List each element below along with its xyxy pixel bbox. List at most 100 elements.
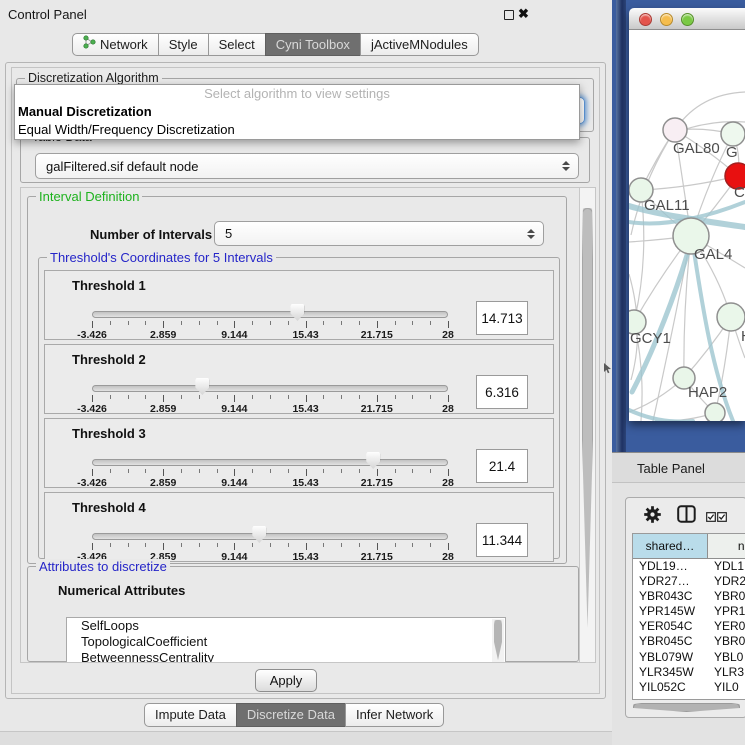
tab-label: Discretize Data: [247, 704, 335, 726]
cell-shared-name[interactable]: YBR043C: [633, 589, 708, 604]
graph-node-gal80[interactable]: [663, 118, 687, 142]
checkbox-icon[interactable]: [717, 509, 727, 527]
columns-icon[interactable]: [677, 505, 696, 528]
slider-track[interactable]: [92, 459, 448, 466]
tick-mark: [252, 469, 253, 473]
tick-mark: [288, 321, 289, 325]
tick-mark: [430, 395, 431, 399]
cell-shared-name[interactable]: YER054C: [633, 619, 708, 634]
slider-thumb[interactable]: [366, 452, 380, 469]
threshold-value-field[interactable]: 6.316: [476, 375, 528, 409]
scrollbar-thumb[interactable]: [582, 208, 593, 628]
tick-mark: [92, 321, 93, 328]
tab-network[interactable]: Network: [72, 33, 159, 56]
tick-label: 15.43: [292, 477, 318, 489]
zoom-traffic-light[interactable]: [681, 13, 694, 26]
tab-label: jActiveMNodules: [371, 34, 468, 56]
tick-mark: [288, 469, 289, 473]
table-row[interactable]: YDL19…YDL1: [633, 559, 745, 574]
numerical-attributes-list[interactable]: SelfLoopsTopologicalCoefficientBetweenne…: [66, 617, 506, 663]
tab-select[interactable]: Select: [208, 33, 266, 56]
network-canvas[interactable]: GAL80GCGAL11GAL4GCY1HHAP2: [629, 30, 745, 421]
vertical-scrollbar[interactable]: [579, 188, 595, 662]
scrollbar-thumb[interactable]: [633, 703, 740, 712]
graph-node-g-partial[interactable]: [721, 122, 745, 146]
tick-mark: [323, 543, 324, 547]
table-row[interactable]: YBL079WYBL0: [633, 650, 745, 665]
slider-thumb[interactable]: [195, 378, 209, 395]
network-view-window: GAL80GCGAL11GAL4GCY1HHAP2: [629, 8, 745, 421]
tick-mark: [110, 543, 111, 547]
tab-discretize-data[interactable]: Discretize Data: [236, 703, 346, 727]
tick-mark: [412, 321, 413, 325]
scrollbar-thumb[interactable]: [494, 620, 502, 660]
table-row[interactable]: YDR27…YDR2: [633, 574, 745, 589]
cell-name[interactable]: YBL0: [708, 650, 745, 665]
minimize-traffic-light[interactable]: [660, 13, 673, 26]
cell-shared-name[interactable]: YDL19…: [633, 559, 708, 574]
table-row[interactable]: YLR345WYLR3: [633, 665, 745, 680]
cell-name[interactable]: YLR3: [708, 665, 745, 680]
cell-shared-name[interactable]: YBR045C: [633, 634, 708, 649]
tick-mark: [341, 395, 342, 399]
attribute-list-item[interactable]: TopologicalCoefficient: [67, 634, 505, 650]
horizontal-scrollbar[interactable]: [632, 703, 744, 713]
cell-shared-name[interactable]: YPR145W: [633, 604, 708, 619]
cell-name[interactable]: YDL1: [708, 559, 745, 574]
threshold-value-field[interactable]: 14.713: [476, 301, 528, 335]
tick-label: 21.715: [361, 551, 393, 563]
cell-shared-name[interactable]: YBL079W: [633, 650, 708, 665]
dropdown-option-manual[interactable]: Manual Discretization: [15, 103, 579, 121]
close-icon[interactable]: ✖: [518, 6, 529, 22]
float-window-icon[interactable]: [504, 10, 514, 20]
dropdown-option-equal-width[interactable]: Equal Width/Frequency Discretization: [15, 121, 579, 139]
cell-name[interactable]: YBR0: [708, 589, 745, 604]
node-attribute-table[interactable]: shared… na YDL19…YDL1YDR27…YDR2YBR043CYB…: [632, 533, 745, 700]
column-header-shared-name[interactable]: shared…: [633, 534, 708, 558]
table-row[interactable]: YBR043CYBR0: [633, 589, 745, 604]
graph-node-bottom-node[interactable]: [705, 403, 725, 421]
cell-name[interactable]: YDR2: [708, 574, 745, 589]
tab-infer-network[interactable]: Infer Network: [345, 703, 444, 727]
cell-name[interactable]: YBR0: [708, 634, 745, 649]
tab-impute-data[interactable]: Impute Data: [144, 703, 237, 727]
column-header-name[interactable]: na: [708, 534, 745, 558]
slider-track[interactable]: [92, 311, 448, 318]
graph-node-label: G: [726, 144, 738, 161]
list-scrollbar[interactable]: [492, 619, 504, 662]
threshold-panel-4: Threshold 4-3.4262.8599.14415.4321.71528…: [44, 492, 554, 562]
slider-track[interactable]: [92, 533, 448, 540]
slider-thumb[interactable]: [252, 526, 266, 543]
num-intervals-combo[interactable]: 5: [214, 221, 544, 246]
table-row[interactable]: YIL052CYIL0: [633, 680, 745, 695]
network-window-titlebar[interactable]: [629, 8, 745, 30]
table-data-combo[interactable]: galFiltered.sif default node: [35, 153, 579, 179]
table-row[interactable]: YBR045CYBR0: [633, 634, 745, 649]
tab-jactivemnodules[interactable]: jActiveMNodules: [360, 33, 479, 56]
tick-mark: [395, 543, 396, 547]
tick-mark: [395, 469, 396, 473]
cell-name[interactable]: YIL0: [708, 680, 745, 695]
slider-tick-labels: -3.4262.8599.14415.4321.71528: [92, 403, 448, 414]
cell-shared-name[interactable]: YLR345W: [633, 665, 708, 680]
slider-track[interactable]: [92, 385, 448, 392]
attribute-list-item[interactable]: SelfLoops: [67, 618, 505, 634]
attribute-list-item[interactable]: BetweennessCentrality: [67, 650, 505, 663]
cell-shared-name[interactable]: YDR27…: [633, 574, 708, 589]
tab-cyni-toolbox[interactable]: Cyni Toolbox: [265, 33, 361, 56]
cell-name[interactable]: YER0: [708, 619, 745, 634]
table-row[interactable]: YER054CYER0: [633, 619, 745, 634]
close-traffic-light[interactable]: [639, 13, 652, 26]
cell-name[interactable]: YPR1: [708, 604, 745, 619]
cell-shared-name[interactable]: YIL052C: [633, 680, 708, 695]
checkbox-icon[interactable]: [706, 509, 716, 527]
slider-thumb[interactable]: [290, 304, 304, 321]
threshold-value-field[interactable]: 11.344: [476, 523, 528, 557]
graph-node-h-partial[interactable]: [717, 303, 745, 331]
tab-style[interactable]: Style: [158, 33, 209, 56]
table-row[interactable]: YPR145WYPR1: [633, 604, 745, 619]
apply-button[interactable]: Apply: [255, 669, 317, 692]
gear-icon[interactable]: [644, 506, 661, 528]
threshold-value-field[interactable]: 21.4: [476, 449, 528, 483]
graph-node-label: C: [734, 184, 745, 201]
